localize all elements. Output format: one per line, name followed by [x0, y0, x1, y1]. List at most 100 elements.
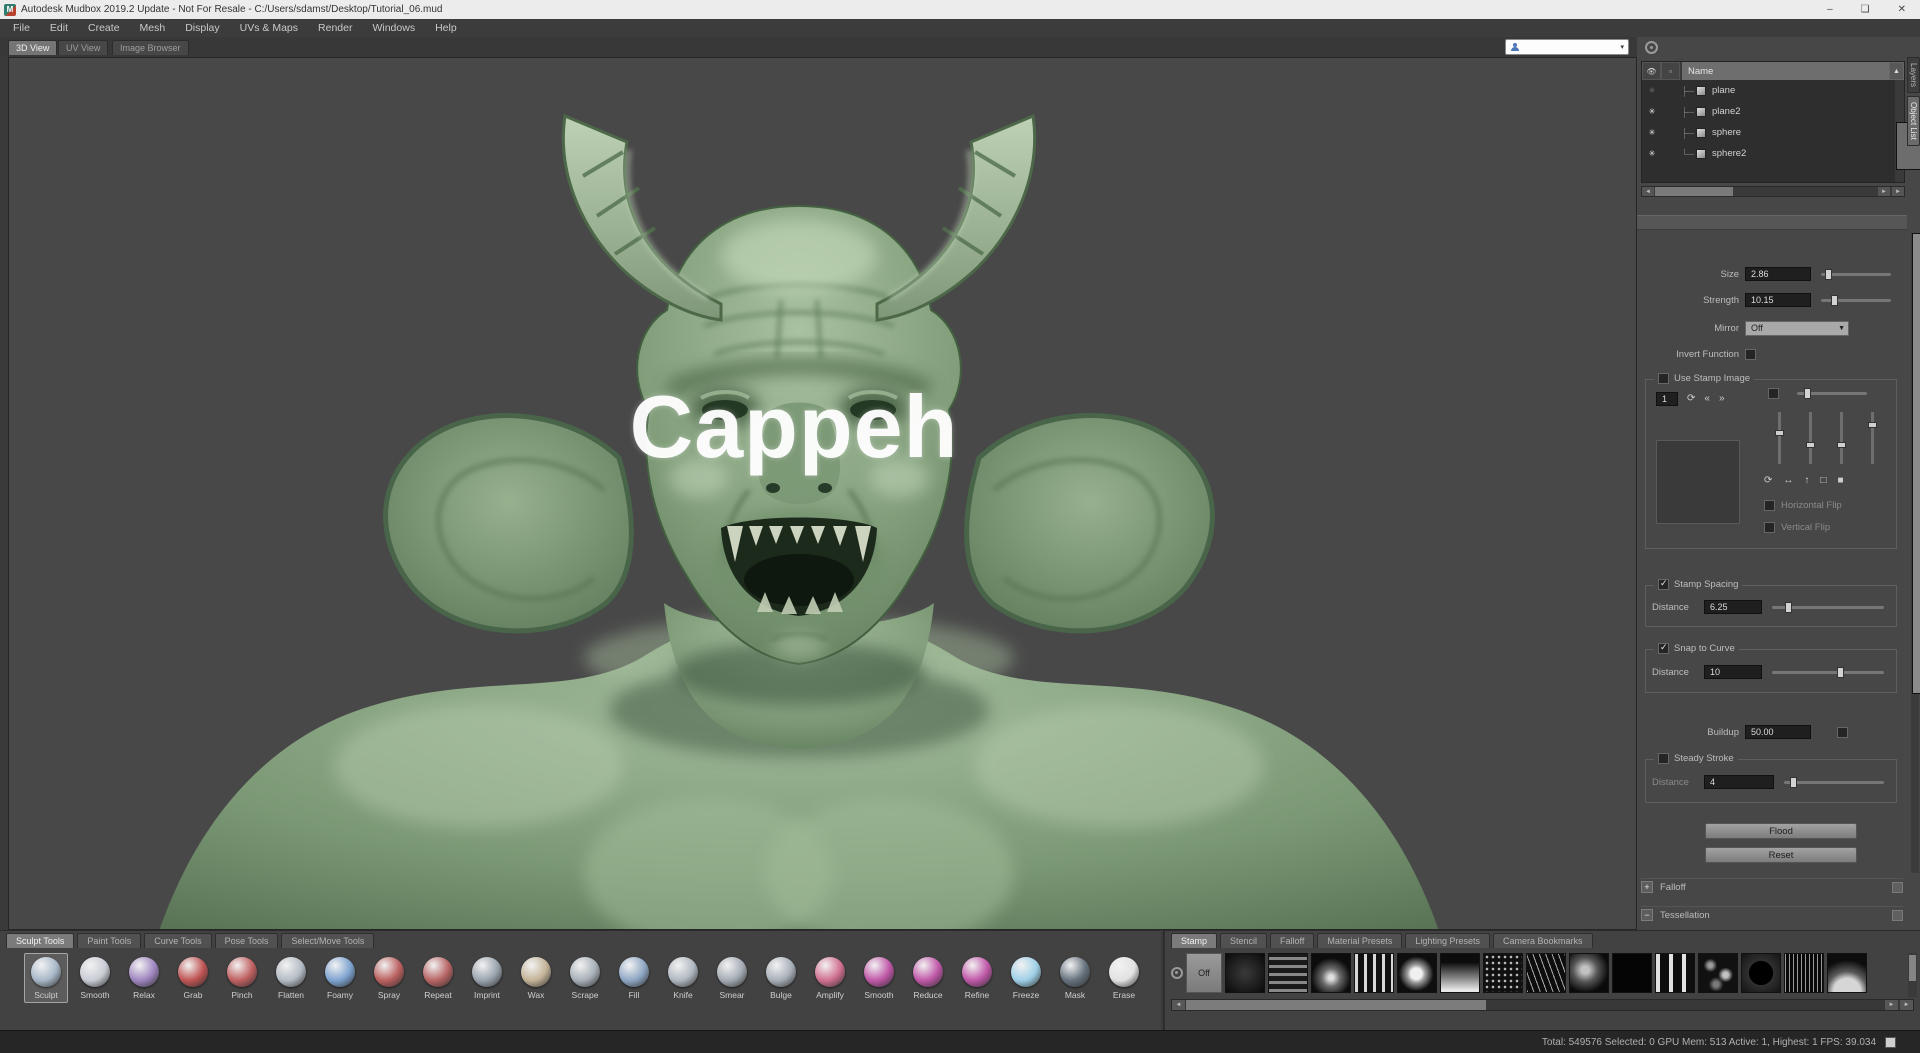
stamp-mini-slider[interactable]: [1797, 392, 1867, 395]
tool-bulge[interactable]: Bulge: [759, 953, 803, 1003]
prev-stamp-icon[interactable]: «: [1704, 394, 1710, 404]
falloff-section-label[interactable]: Falloff: [1660, 882, 1686, 893]
stamp-tray-hscrollbar[interactable]: ◄ ► ►: [1171, 999, 1914, 1011]
stamp-vslider[interactable]: [1871, 412, 1874, 464]
tab-falloff[interactable]: Falloff: [1270, 933, 1314, 948]
minimize-button[interactable]: –: [1827, 4, 1833, 15]
menu-edit[interactable]: Edit: [41, 20, 77, 36]
scroll-right-icon[interactable]: ►: [1885, 1000, 1898, 1010]
menu-mesh[interactable]: Mesh: [131, 20, 175, 36]
flip-icon[interactable]: ↑: [1804, 476, 1809, 486]
menu-uvs-maps[interactable]: UVs & Maps: [231, 20, 307, 36]
snap-distance-slider[interactable]: [1772, 671, 1884, 674]
tool-freeze[interactable]: Freeze: [1004, 953, 1048, 1003]
stamp-spacing-field[interactable]: 6.25: [1704, 600, 1762, 614]
menu-render[interactable]: Render: [309, 20, 361, 36]
tessellation-section-label[interactable]: Tessellation: [1660, 910, 1710, 921]
menu-file[interactable]: File: [4, 20, 39, 36]
tool-foamy[interactable]: Foamy: [318, 953, 362, 1003]
tab-material-presets[interactable]: Material Presets: [1317, 933, 1402, 948]
object-list-hscrollbar[interactable]: ◄ ► ►: [1641, 186, 1905, 197]
tab-sculpt-tools[interactable]: Sculpt Tools: [6, 933, 74, 948]
tab-uv-view[interactable]: UV View: [58, 40, 108, 55]
tool-smear[interactable]: Smear: [710, 953, 754, 1003]
stamp-thumbnail[interactable]: [1397, 953, 1437, 993]
object-row-plane2[interactable]: ✳ ├─ plane2: [1642, 101, 1904, 122]
stamp-vslider[interactable]: [1809, 412, 1812, 464]
tab-pose-tools[interactable]: Pose Tools: [215, 933, 279, 948]
stamp-thumbnail[interactable]: [1526, 953, 1566, 993]
randomize-icon[interactable]: ⟳: [1687, 394, 1695, 404]
close-button[interactable]: ✕: [1898, 4, 1906, 15]
mirror-dropdown[interactable]: Off ▼: [1745, 321, 1849, 336]
steady-distance-slider[interactable]: [1784, 781, 1884, 784]
horizontal-flip-checkbox[interactable]: [1764, 500, 1775, 511]
menu-create[interactable]: Create: [79, 20, 129, 36]
tool-imprint[interactable]: Imprint: [465, 953, 509, 1003]
maximize-button[interactable]: ❏: [1861, 4, 1870, 15]
stamp-vslider[interactable]: [1778, 412, 1781, 464]
tool-pinch[interactable]: Pinch: [220, 953, 264, 1003]
swap-icon[interactable]: ↔: [1783, 476, 1793, 486]
resize-grip-icon[interactable]: [1885, 1037, 1896, 1048]
stamp-thumbnail[interactable]: [1827, 953, 1867, 993]
object-row-sphere[interactable]: ✳ ├─ sphere: [1642, 122, 1904, 143]
stamp-spacing-slider[interactable]: [1772, 606, 1884, 609]
steady-stroke-checkbox[interactable]: [1658, 753, 1669, 764]
strength-slider[interactable]: [1821, 299, 1891, 302]
stamp-thumbnail[interactable]: [1225, 953, 1265, 993]
stamp-index-field[interactable]: 1: [1656, 392, 1678, 406]
tool-wax[interactable]: Wax: [514, 953, 558, 1003]
snap-distance-field[interactable]: 10: [1704, 665, 1762, 679]
size-field[interactable]: 2.86: [1745, 267, 1811, 281]
tool-repeat[interactable]: Repeat: [416, 953, 460, 1003]
object-list-scrollbar[interactable]: [1895, 80, 1904, 182]
tab-object-list[interactable]: Object List: [1907, 96, 1920, 146]
section-option-icon[interactable]: [1892, 910, 1903, 921]
section-option-icon[interactable]: [1892, 882, 1903, 893]
tab-select-move-tools[interactable]: Select/Move Tools: [281, 933, 374, 948]
tool-flatten[interactable]: Flatten: [269, 953, 313, 1003]
tool-knife[interactable]: Knife: [661, 953, 705, 1003]
tool-fill[interactable]: Fill: [612, 953, 656, 1003]
visibility-dot-icon[interactable]: ✳: [1642, 128, 1662, 137]
tab-stamp[interactable]: Stamp: [1171, 933, 1217, 948]
stamp-thumbnail[interactable]: [1784, 953, 1824, 993]
stamp-thumbnail[interactable]: [1268, 953, 1308, 993]
menu-windows[interactable]: Windows: [363, 20, 424, 36]
tool-sculpt[interactable]: Sculpt: [24, 953, 68, 1003]
stamp-thumbnail[interactable]: [1698, 953, 1738, 993]
stamp-thumbnail[interactable]: [1655, 953, 1695, 993]
refresh-icon[interactable]: ⟳: [1764, 476, 1772, 486]
tool-grab[interactable]: Grab: [171, 953, 215, 1003]
panel-scrollbar[interactable]: [1911, 233, 1919, 873]
tab-image-browser[interactable]: Image Browser: [112, 40, 189, 55]
object-list-name-header[interactable]: Name: [1682, 62, 1889, 80]
account-sign-in-dropdown[interactable]: ▾: [1505, 39, 1629, 55]
buildup-field[interactable]: 50.00: [1745, 725, 1811, 739]
stop-icon[interactable]: ■: [1837, 476, 1843, 486]
sculpt-viewport[interactable]: Cappeh: [8, 57, 1637, 930]
stamp-off-button[interactable]: Off: [1186, 953, 1222, 993]
snap-to-curve-checkbox[interactable]: [1658, 643, 1669, 654]
scroll-right-icon[interactable]: ►: [1900, 1000, 1913, 1010]
visibility-dot-icon[interactable]: ✳: [1642, 107, 1662, 116]
stamp-thumbnail[interactable]: [1612, 953, 1652, 993]
stamp-image-well[interactable]: [1656, 440, 1740, 524]
visibility-dot-icon[interactable]: ✳: [1642, 149, 1662, 158]
scroll-left-icon[interactable]: ◄: [1172, 1000, 1185, 1010]
stamp-thumbnail[interactable]: [1483, 953, 1523, 993]
export-icon[interactable]: □: [1820, 476, 1826, 486]
stamp-thumbnail[interactable]: [1741, 953, 1781, 993]
tray-gear-icon[interactable]: [1171, 967, 1183, 979]
stamp-tray-vscrollbar[interactable]: [1908, 953, 1917, 997]
reset-button[interactable]: Reset: [1705, 847, 1857, 863]
tab-3d-view[interactable]: 3D View: [8, 40, 57, 55]
next-stamp-icon[interactable]: »: [1719, 394, 1725, 404]
use-stamp-image-checkbox[interactable]: [1658, 373, 1669, 384]
tool-mask[interactable]: Mask: [1053, 953, 1097, 1003]
tab-paint-tools[interactable]: Paint Tools: [77, 933, 141, 948]
steady-distance-field[interactable]: 4: [1704, 775, 1774, 789]
stamp-spacing-checkbox[interactable]: [1658, 579, 1669, 590]
tool-relax[interactable]: Relax: [122, 953, 166, 1003]
